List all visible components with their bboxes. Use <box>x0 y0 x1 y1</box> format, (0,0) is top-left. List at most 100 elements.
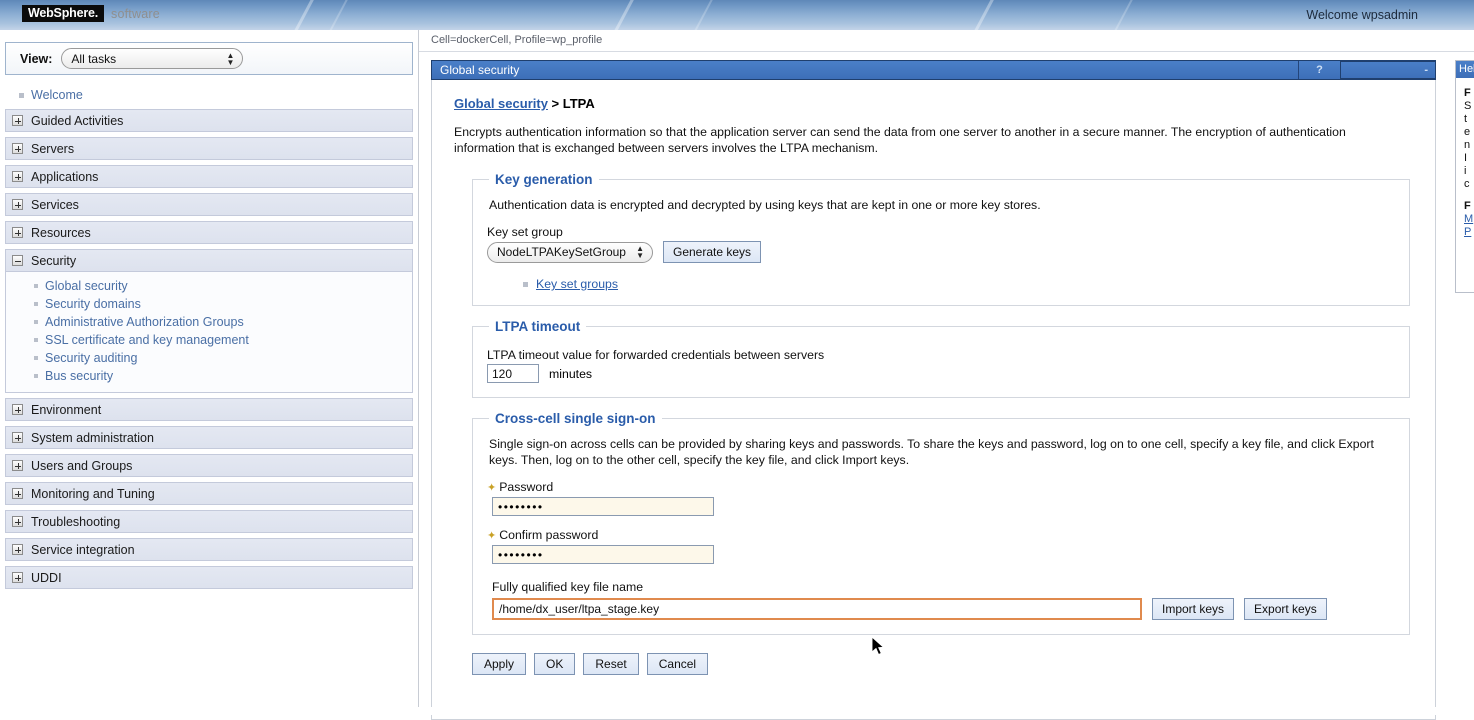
sidebar-item-label[interactable]: Bus security <box>45 369 113 383</box>
key-set-group-row: NodeLTPAKeySetGroup ▲▼ Generate keys <box>487 241 1395 263</box>
sidebar-group-label: Resources <box>31 226 91 240</box>
confirm-password-field[interactable] <box>492 545 714 564</box>
sidebar-group-label: Applications <box>31 170 98 184</box>
confirm-password-label-row: ✦ Confirm password <box>487 528 1395 542</box>
sidebar-group-label: Guided Activities <box>31 114 123 128</box>
ok-button[interactable]: OK <box>534 653 575 675</box>
expand-plus-icon[interactable] <box>12 404 23 415</box>
expand-plus-icon[interactable] <box>12 143 23 154</box>
banner-streak <box>653 0 749 30</box>
expand-plus-icon[interactable] <box>12 544 23 555</box>
expand-plus-icon[interactable] <box>12 227 23 238</box>
sidebar-group-label: Servers <box>31 142 74 156</box>
sidebar-group-label: UDDI <box>31 571 62 585</box>
sidebar-item-admin-authorization-groups[interactable]: Administrative Authorization Groups <box>6 313 412 331</box>
expand-plus-icon[interactable] <box>12 488 23 499</box>
sidebar-group-environment[interactable]: Environment <box>5 398 413 421</box>
sidebar-group-system-administration[interactable]: System administration <box>5 426 413 449</box>
view-selector-bar: View: All tasks ▲▼ <box>5 42 413 75</box>
sidebar-item-bus-security[interactable]: Bus security <box>6 367 412 385</box>
expand-plus-icon[interactable] <box>12 432 23 443</box>
help-question-icon[interactable]: ? <box>1298 61 1340 79</box>
sidebar-item-label[interactable]: Security domains <box>45 297 141 311</box>
sidebar-item-label[interactable]: Welcome <box>31 88 83 102</box>
password-label: Password <box>499 480 553 494</box>
sidebar-item-welcome[interactable]: Welcome <box>5 85 413 109</box>
breadcrumb: Global security > LTPA <box>454 96 1417 111</box>
portlet-title-bar: Global security ? - <box>431 60 1436 80</box>
sidebar-item-label[interactable]: SSL certificate and key management <box>45 333 249 347</box>
ltpa-timeout-row: minutes <box>487 364 1395 383</box>
page-description: Encrypts authentication information so t… <box>454 124 1374 156</box>
key-set-groups-link[interactable]: Key set groups <box>536 277 618 291</box>
cross-cell-sso-legend: Cross-cell single sign-on <box>489 411 662 426</box>
keyfile-label: Fully qualified key file name <box>492 580 1395 594</box>
sidebar-group-label: Service integration <box>31 543 135 557</box>
banner-streak <box>933 0 1030 30</box>
help-panel-link[interactable]: M <box>1464 213 1474 226</box>
ltpa-timeout-input[interactable] <box>487 364 539 383</box>
reset-button[interactable]: Reset <box>583 653 638 675</box>
sidebar-group-monitoring-and-tuning[interactable]: Monitoring and Tuning <box>5 482 413 505</box>
sidebar-group-security[interactable]: Security <box>5 249 413 272</box>
expand-plus-icon[interactable] <box>12 572 23 583</box>
sidebar-group-label: Environment <box>31 403 101 417</box>
minimize-icon[interactable]: - <box>1340 61 1435 79</box>
view-select[interactable]: All tasks <box>61 48 243 69</box>
expand-plus-icon[interactable] <box>12 199 23 210</box>
key-set-group-select[interactable]: NodeLTPAKeySetGroup <box>487 242 653 263</box>
bullet-icon <box>34 374 38 378</box>
password-label-row: ✦ Password <box>487 480 1395 494</box>
sidebar-item-label[interactable]: Security auditing <box>45 351 137 365</box>
password-field[interactable] <box>492 497 714 516</box>
sidebar-group-label: Monitoring and Tuning <box>31 487 155 501</box>
keyfile-row: Import keys Export keys <box>492 598 1395 620</box>
sidebar-item-security-auditing[interactable]: Security auditing <box>6 349 412 367</box>
key-set-group-select-wrap[interactable]: NodeLTPAKeySetGroup ▲▼ <box>487 242 653 263</box>
view-select-wrap[interactable]: All tasks ▲▼ <box>61 48 243 69</box>
portlet-title-label: Global security <box>432 63 1298 77</box>
sidebar-item-security-domains[interactable]: Security domains <box>6 295 412 313</box>
sidebar-group-applications[interactable]: Applications <box>5 165 413 188</box>
sidebar-group-label: System administration <box>31 431 154 445</box>
sidebar-group-users-and-groups[interactable]: Users and Groups <box>5 454 413 477</box>
expand-plus-icon[interactable] <box>12 460 23 471</box>
sidebar-nav: Welcome Guided Activities Servers Applic… <box>5 85 413 589</box>
sidebar-item-label[interactable]: Administrative Authorization Groups <box>45 315 244 329</box>
keyfile-input[interactable] <box>492 598 1142 620</box>
import-keys-button[interactable]: Import keys <box>1152 598 1234 620</box>
key-set-group-label: Key set group <box>487 225 1395 239</box>
ltpa-timeout-legend: LTPA timeout <box>489 319 586 334</box>
key-set-groups-link-row: Key set groups <box>523 277 1395 291</box>
logo-subtitle: software <box>111 7 160 21</box>
sidebar-group-resources[interactable]: Resources <box>5 221 413 244</box>
cancel-button[interactable]: Cancel <box>647 653 708 675</box>
sidebar-group-label: Users and Groups <box>31 459 132 473</box>
sidebar-group-servers[interactable]: Servers <box>5 137 413 160</box>
expand-plus-icon[interactable] <box>12 171 23 182</box>
sidebar-group-label: Security <box>31 254 76 268</box>
help-panel-link[interactable]: P <box>1464 226 1474 239</box>
view-label: View: <box>20 52 52 66</box>
collapse-minus-icon[interactable] <box>12 255 23 266</box>
breadcrumb-link-global-security[interactable]: Global security <box>454 96 548 111</box>
generate-keys-button[interactable]: Generate keys <box>663 241 761 263</box>
required-marker-icon: ✦ <box>487 481 496 494</box>
sidebar-group-services[interactable]: Services <box>5 193 413 216</box>
sidebar-group-service-integration[interactable]: Service integration <box>5 538 413 561</box>
bottom-filler <box>0 707 1474 715</box>
banner-streak <box>253 0 350 30</box>
expand-plus-icon[interactable] <box>12 516 23 527</box>
sidebar-item-global-security[interactable]: Global security <box>6 277 412 295</box>
expand-plus-icon[interactable] <box>12 115 23 126</box>
main-content: Cell=dockerCell, Profile=wp_profile Glob… <box>418 30 1474 715</box>
sidebar-group-uddi[interactable]: UDDI <box>5 566 413 589</box>
sidebar-group-guided-activities[interactable]: Guided Activities <box>5 109 413 132</box>
sidebar-group-troubleshooting[interactable]: Troubleshooting <box>5 510 413 533</box>
welcome-user-label: Welcome wpsadmin <box>1306 8 1418 22</box>
sidebar-item-label[interactable]: Global security <box>45 279 128 293</box>
apply-button[interactable]: Apply <box>472 653 526 675</box>
help-panel-line: e <box>1464 126 1474 139</box>
export-keys-button[interactable]: Export keys <box>1244 598 1327 620</box>
sidebar-item-ssl-certificate-key-management[interactable]: SSL certificate and key management <box>6 331 412 349</box>
